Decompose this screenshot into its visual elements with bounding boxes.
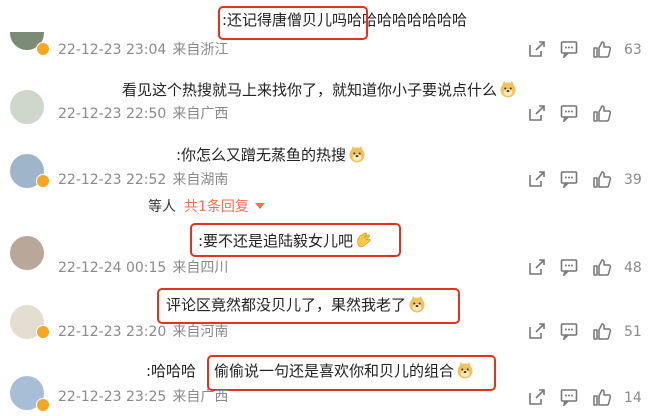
comment-meta: 22-12-23 23:25 来自广西 bbox=[58, 388, 228, 406]
avatar[interactable] bbox=[10, 90, 44, 124]
comment-location: 来自湖南 bbox=[172, 172, 229, 188]
chevron-down-icon[interactable] bbox=[254, 203, 265, 209]
like-icon[interactable] bbox=[592, 170, 612, 188]
comment-meta: 22-12-24 00:15 来自四川 bbox=[58, 259, 228, 277]
comment-text-content: 看见这个热搜就马上来找你了，就知道你小子要说点什么 bbox=[122, 81, 498, 99]
comment-meta: 22-12-23 22:50 来自广西 bbox=[58, 105, 228, 123]
share-icon[interactable] bbox=[528, 40, 546, 58]
comment-icon[interactable] bbox=[560, 104, 578, 122]
comment-item: :还记得唐僧贝儿吗哈哈哈哈哈哈哈哈 22-12-23 23:04 来自浙江 63 bbox=[0, 0, 660, 64]
highlight-box bbox=[157, 288, 460, 324]
comment-meta: 22-12-23 23:20 来自河南 bbox=[58, 323, 228, 341]
comment-item: :你怎么又蹭无蒸鱼的热搜 22-12-23 22:52 来自湖南 39 bbox=[0, 134, 660, 196]
comment-actions: 14 bbox=[524, 388, 652, 408]
view-replies-link[interactable]: 共1条回复 bbox=[184, 199, 249, 215]
verified-badge-icon bbox=[36, 174, 50, 188]
comment-date: 22-12-23 23:04 bbox=[58, 42, 167, 58]
highlight-box bbox=[190, 223, 401, 257]
comment-text-prefix: :哈哈哈 bbox=[146, 362, 197, 380]
comment-item: :要不还是追陆毅女儿吧 22-12-24 00:15 来自四川 48 bbox=[0, 218, 660, 280]
share-icon[interactable] bbox=[528, 388, 546, 406]
avatar[interactable] bbox=[10, 236, 44, 270]
like-icon[interactable] bbox=[592, 104, 612, 122]
highlight-box bbox=[207, 355, 496, 391]
comment-icon[interactable] bbox=[560, 170, 578, 188]
comment-date: 22-12-23 23:25 bbox=[58, 389, 167, 405]
like-count: 39 bbox=[624, 172, 642, 188]
comment-actions: 39 bbox=[524, 170, 652, 190]
share-icon[interactable] bbox=[528, 322, 546, 340]
share-icon[interactable] bbox=[528, 258, 546, 276]
comment-location: 来自广西 bbox=[172, 106, 229, 122]
like-icon[interactable] bbox=[592, 40, 612, 58]
comment-actions: 63 bbox=[524, 40, 652, 60]
comment-meta: 22-12-23 22:52 来自湖南 bbox=[58, 171, 228, 189]
doge-emoji-icon bbox=[349, 146, 365, 163]
like-count: 51 bbox=[624, 324, 642, 340]
comment-text: 看见这个热搜就马上来找你了，就知道你小子要说点什么 bbox=[122, 79, 517, 101]
comment-date: 22-12-23 23:20 bbox=[58, 324, 167, 340]
comment-location: 来自河南 bbox=[172, 324, 229, 340]
comment-text-content: :你怎么又蹭无蒸鱼的热搜 bbox=[176, 146, 347, 164]
comment-text: :你怎么又蹭无蒸鱼的热搜 bbox=[176, 144, 366, 166]
comment-location: 来自四川 bbox=[172, 260, 229, 276]
verified-badge-icon bbox=[36, 325, 50, 339]
comment-date: 22-12-24 00:15 bbox=[58, 260, 167, 276]
comment-icon[interactable] bbox=[560, 322, 578, 340]
like-icon[interactable] bbox=[592, 322, 612, 340]
comment-location: 来自浙江 bbox=[172, 42, 229, 58]
doge-emoji-icon bbox=[500, 81, 516, 98]
like-icon[interactable] bbox=[592, 388, 612, 406]
like-count: 48 bbox=[624, 260, 642, 276]
like-count: 14 bbox=[624, 390, 642, 406]
comment-actions bbox=[524, 104, 652, 124]
highlight-box bbox=[218, 6, 368, 40]
comment-date: 22-12-23 22:50 bbox=[58, 106, 167, 122]
reply-summary: 等人 共1条回复 bbox=[148, 197, 265, 217]
verified-badge-icon bbox=[36, 398, 50, 412]
comment-item: :哈哈哈 偷偷说一句还是喜欢你和贝儿的组合 22-12-23 23:25 来自广西… bbox=[0, 350, 660, 416]
comment-actions: 48 bbox=[524, 258, 652, 278]
comment-actions: 51 bbox=[524, 322, 652, 342]
verified-badge-icon bbox=[36, 42, 50, 56]
comment-icon[interactable] bbox=[560, 258, 578, 276]
comment-date: 22-12-23 22:52 bbox=[58, 172, 167, 188]
comment-item: 看见这个热搜就马上来找你了，就知道你小子要说点什么 22-12-23 22:50… bbox=[0, 64, 660, 134]
comment-icon[interactable] bbox=[560, 40, 578, 58]
comment-icon[interactable] bbox=[560, 388, 578, 406]
share-icon[interactable] bbox=[528, 104, 546, 122]
comment-item: 评论区竟然都没贝儿了，果然我老了 22-12-23 23:20 来自河南 51 bbox=[0, 283, 660, 347]
share-icon[interactable] bbox=[528, 170, 546, 188]
reply-by: 等人 bbox=[148, 199, 176, 215]
like-count: 63 bbox=[624, 42, 642, 58]
comment-location: 来自广西 bbox=[172, 389, 229, 405]
comment-meta: 22-12-23 23:04 来自浙江 bbox=[58, 41, 228, 59]
like-icon[interactable] bbox=[592, 258, 612, 276]
